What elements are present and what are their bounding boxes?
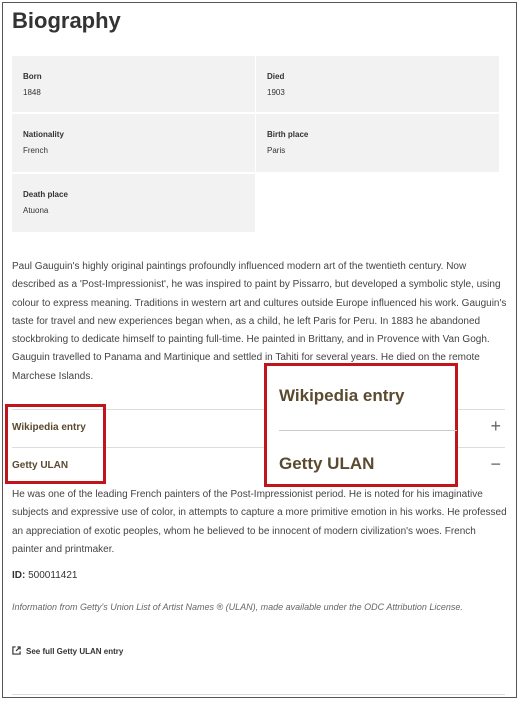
fact-value: 1903 — [267, 88, 285, 97]
fact-value: 1848 — [23, 88, 41, 97]
fact-value: French — [23, 146, 48, 155]
page-title: Biography — [12, 8, 121, 33]
fact-value: Paris — [267, 146, 286, 155]
highlight-box — [5, 404, 106, 484]
zoom-divider — [279, 430, 457, 431]
plus-icon[interactable]: + — [490, 416, 501, 437]
getty-description: He was one of the leading French painter… — [12, 489, 507, 555]
ulan-id: ID: 500011421 — [12, 570, 77, 581]
external-link-icon — [12, 646, 21, 657]
fact-nationality: Nationality French — [12, 114, 255, 172]
fact-label: Nationality — [23, 130, 64, 139]
fact-died: Died 1903 — [256, 56, 499, 112]
see-full-getty-link[interactable]: See full Getty ULAN entry — [12, 646, 123, 657]
fact-value: Atuona — [23, 206, 49, 215]
ulan-id-label: ID: — [12, 570, 26, 581]
fact-death-place: Death place Atuona — [12, 174, 255, 232]
fact-birth-place: Birth place Paris — [256, 114, 499, 172]
zoom-callout: Wikipedia entry Getty ULAN — [264, 363, 458, 487]
fact-label: Born — [23, 72, 42, 81]
divider — [12, 694, 505, 695]
ulan-credit: Information from Getty's Union List of A… — [12, 602, 463, 612]
ulan-id-value: 500011421 — [28, 570, 78, 581]
zoom-wikipedia-label: Wikipedia entry — [279, 386, 405, 405]
fact-label: Birth place — [267, 130, 309, 139]
see-full-getty-label[interactable]: See full Getty ULAN entry — [26, 647, 123, 656]
fact-born: Born 1848 — [12, 56, 255, 112]
zoom-getty-label: Getty ULAN — [279, 454, 375, 473]
minus-icon[interactable]: − — [490, 454, 501, 475]
fact-label: Died — [267, 72, 285, 81]
fact-label: Death place — [23, 190, 68, 199]
